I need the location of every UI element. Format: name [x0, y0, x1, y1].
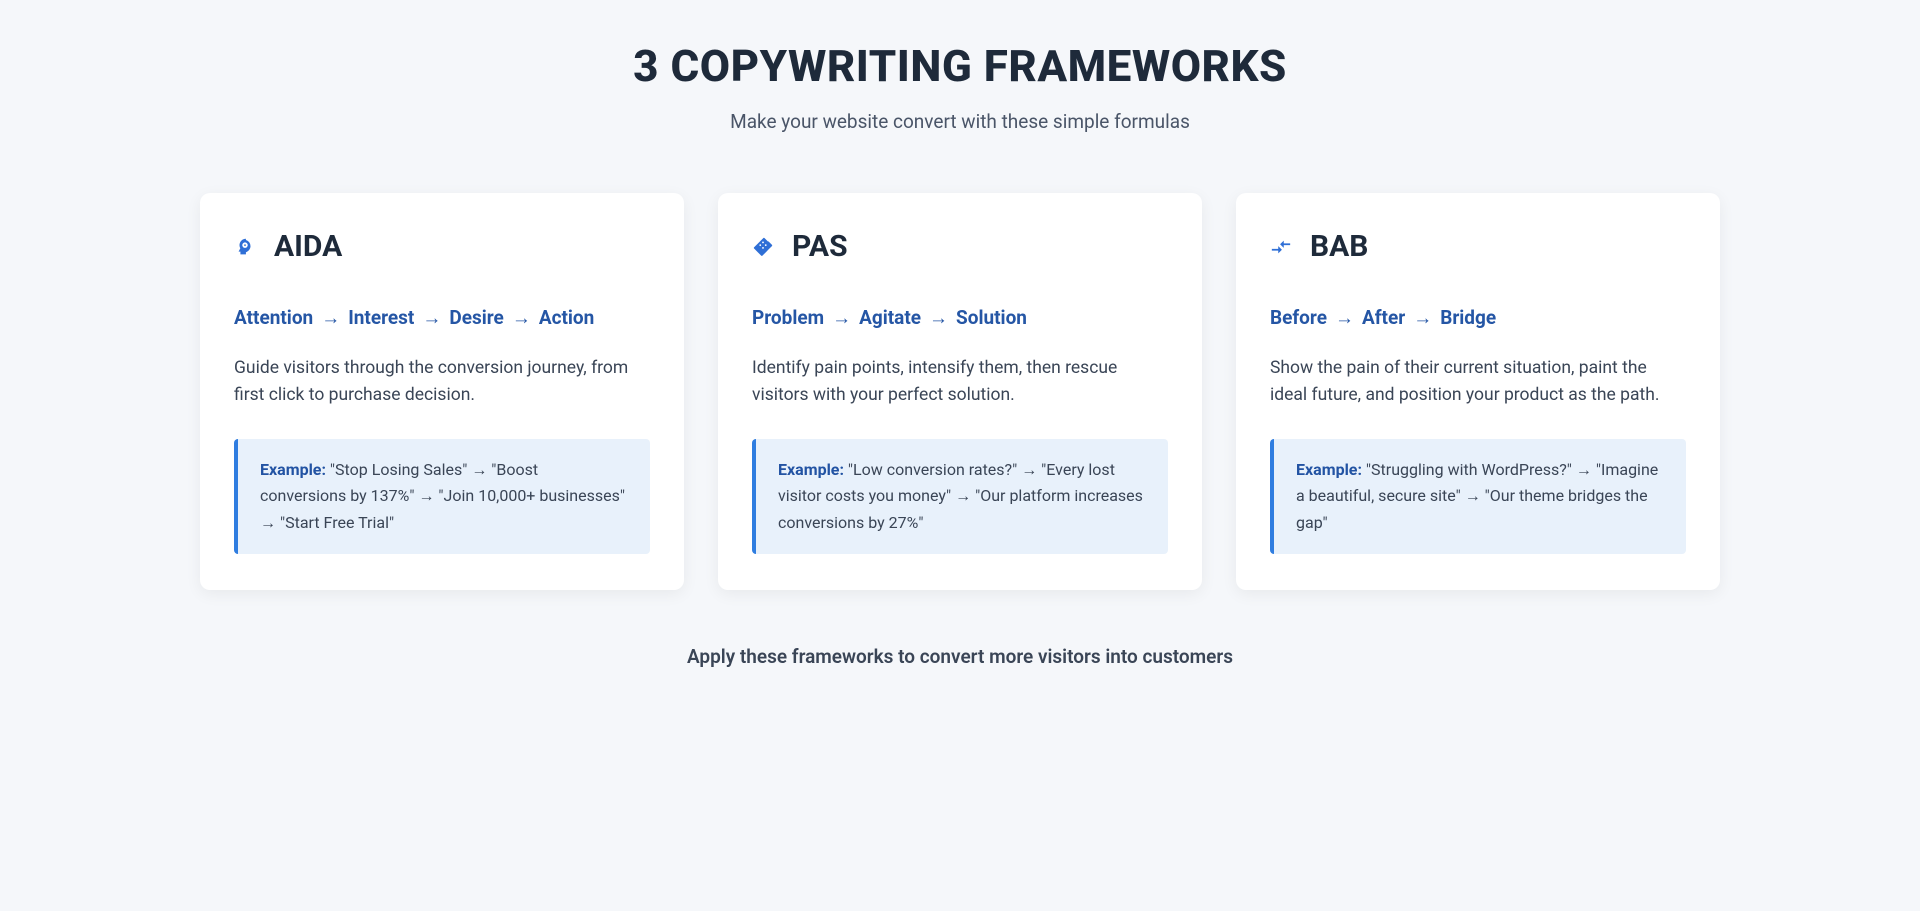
arrow-icon: →: [422, 306, 441, 329]
step-item: Interest: [348, 306, 414, 329]
step-item: Problem: [752, 306, 824, 329]
card-header: BAB: [1270, 229, 1686, 264]
step-item: Agitate: [859, 306, 921, 329]
example-box: Example: "Struggling with WordPress?" → …: [1270, 439, 1686, 554]
step-item: Action: [539, 306, 595, 329]
arrow-icon: →: [1335, 306, 1354, 329]
step-item: Solution: [956, 306, 1027, 329]
card-title: PAS: [792, 229, 848, 264]
arrow-icon: →: [321, 306, 340, 329]
cards-grid: AIDA Attention → Interest → Desire → Action Gu…: [200, 193, 1720, 590]
step-item: Desire: [449, 306, 503, 329]
arrow-icon: →: [832, 306, 851, 329]
footer-text: Apply these frameworks to convert more v…: [200, 645, 1720, 668]
page-title: 3 COPYWRITING FRAMEWORKS: [200, 40, 1720, 92]
example-box: Example: "Low conversion rates?" → "Ever…: [752, 439, 1168, 554]
arrow-icon: →: [512, 306, 531, 329]
card-aida: AIDA Attention → Interest → Desire → Action Gu…: [200, 193, 684, 590]
card-description: Show the pain of their current situation…: [1270, 355, 1686, 409]
card-description: Guide visitors through the conversion jo…: [234, 355, 650, 409]
example-label: Example:: [1296, 460, 1362, 479]
arrow-icon: →: [929, 306, 948, 329]
step-item: Attention: [234, 306, 313, 329]
example-box: Example: "Stop Losing Sales" → "Boost co…: [234, 439, 650, 554]
healing-icon: [752, 236, 774, 258]
card-steps: Problem → Agitate → Solution: [752, 304, 1168, 333]
card-title: BAB: [1310, 229, 1368, 264]
psychology-icon: [234, 236, 256, 258]
step-item: After: [1362, 306, 1405, 329]
step-item: Bridge: [1440, 306, 1496, 329]
compare-arrows-icon: [1270, 236, 1292, 258]
example-label: Example:: [260, 460, 326, 479]
card-header: AIDA: [234, 229, 650, 264]
main-container: 3 COPYWRITING FRAMEWORKS Make your websi…: [200, 40, 1720, 668]
step-item: Before: [1270, 306, 1327, 329]
card-steps: Before → After → Bridge: [1270, 304, 1686, 333]
example-label: Example:: [778, 460, 844, 479]
card-steps: Attention → Interest → Desire → Action: [234, 304, 650, 333]
card-header: PAS: [752, 229, 1168, 264]
card-title: AIDA: [274, 229, 342, 264]
page-subtitle: Make your website convert with these sim…: [200, 110, 1720, 133]
card-pas: PAS Problem → Agitate → Solution Identify pa…: [718, 193, 1202, 590]
arrow-icon: →: [1413, 306, 1432, 329]
card-description: Identify pain points, intensify them, th…: [752, 355, 1168, 409]
card-bab: BAB Before → After → Bridge Show the pain of…: [1236, 193, 1720, 590]
